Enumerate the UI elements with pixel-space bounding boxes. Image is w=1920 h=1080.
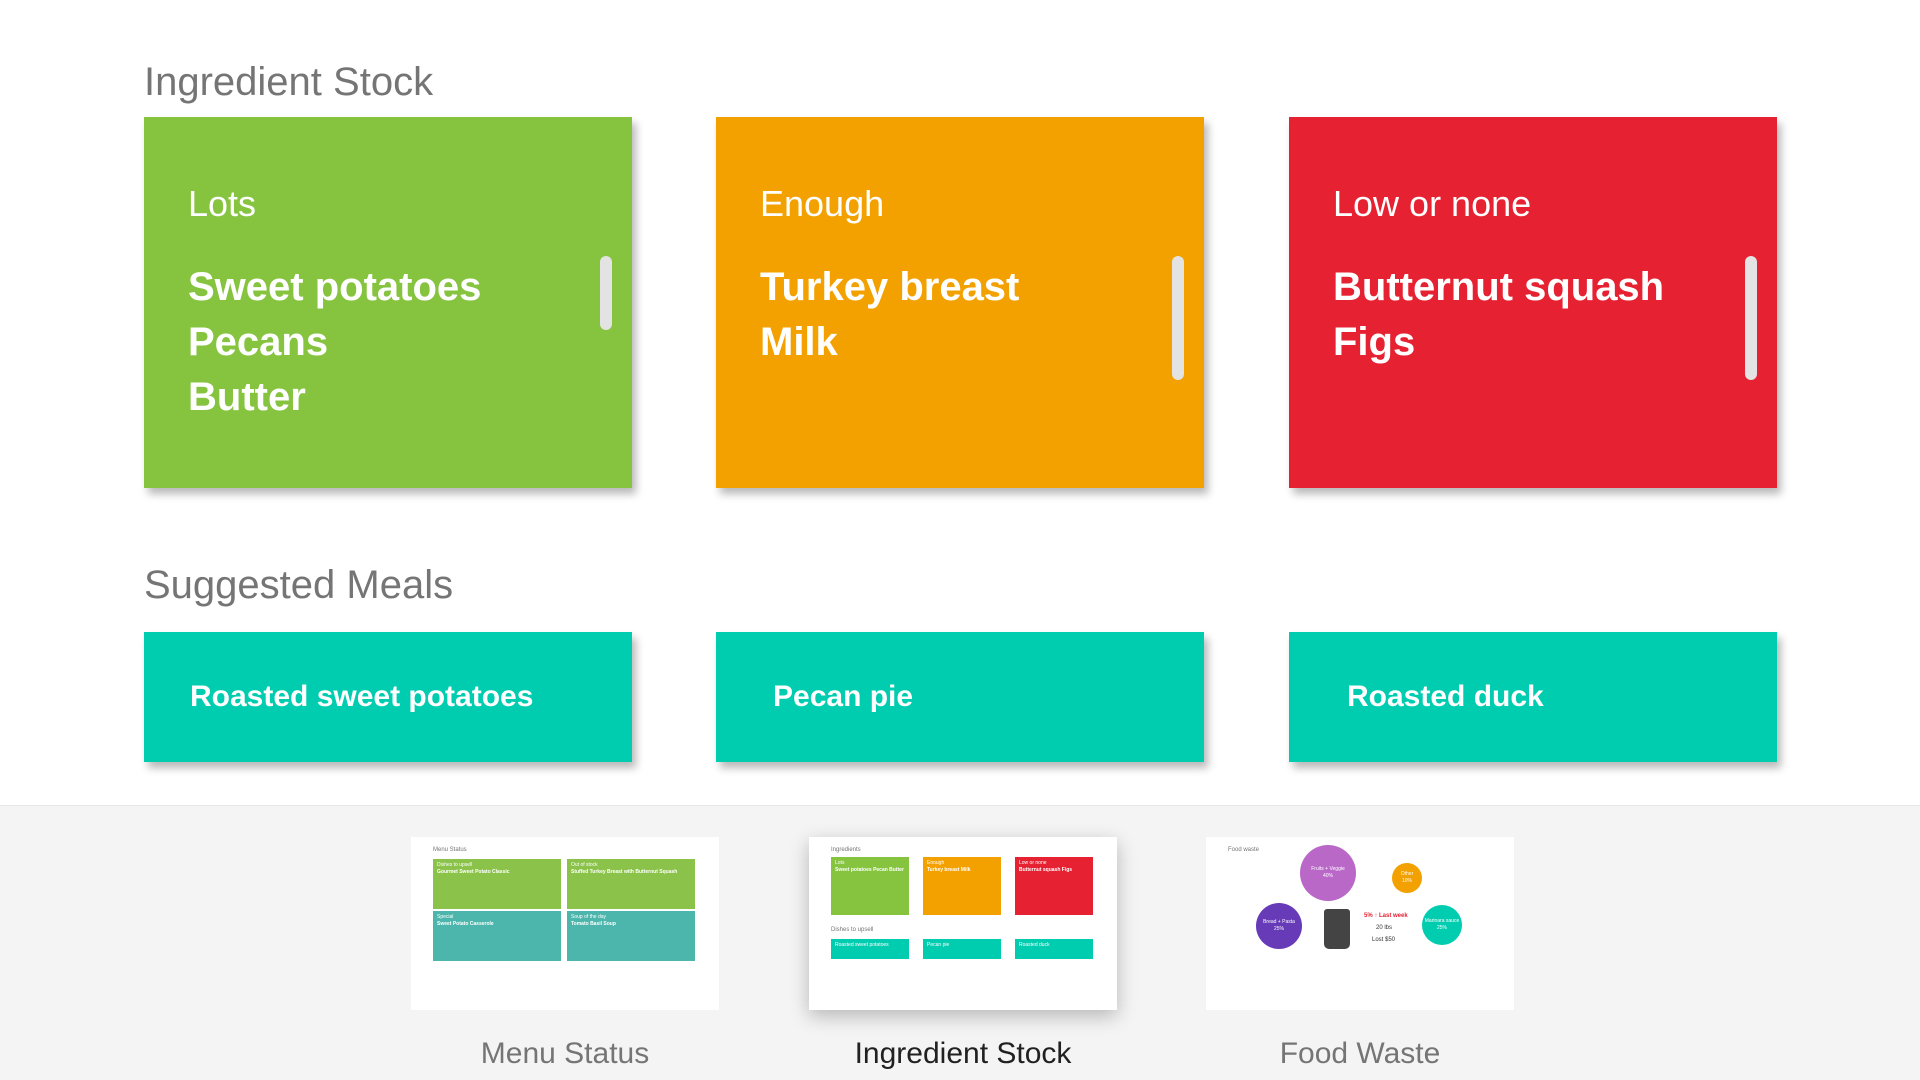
thumb-title: Ingredients [831,847,861,853]
waste-segment-fruits-veggie: Fruits + Veggie 40% [1300,845,1356,901]
thumb-card-heading: Lots [835,860,845,866]
meal-card-roasted-sweet-potatoes[interactable]: Roasted sweet potatoes [144,632,632,762]
stock-item: Butternut squash [1333,265,1665,309]
bottom-navigation: Menu Status Dishes to upsell Gourmet Swe… [0,805,1920,1080]
thumb-card-name: Stuffed Turkey Breast with Butternut Squ… [571,869,678,875]
scrollbar[interactable] [1745,256,1757,380]
nav-item-ingredient-stock[interactable]: Ingredients Lots Sweet potatoes Pecan Bu… [809,837,1117,1070]
thumb-meal: Pecan pie [923,939,1001,959]
thumb-card: Lots Sweet potatoes Pecan Butter [831,857,909,915]
stock-card-low-or-none: Low or none Butternut squash Figs [1289,117,1777,488]
stock-item: Milk [760,320,838,364]
segment-label: Fruits + Veggie [1311,866,1345,872]
stock-item: Pecans [188,320,329,364]
thumb-card-heading: Soup of the day [571,914,607,920]
thumb-card: Low or none Butternut squash Figs [1015,857,1093,915]
thumb-card: Dishes to upsell Gourmet Sweet Potato Cl… [433,859,561,909]
stock-item: Butter [188,375,306,419]
waste-segment-marinara-sauce: Marinara sauce 25% [1422,905,1462,945]
thumb-card-items: Sweet potatoes Pecan Butter [835,867,904,873]
thumb-card-items: Turkey breast Milk [927,867,971,873]
segment-percent: 40% [1322,873,1333,879]
trash-can-icon [1324,909,1350,949]
waste-segment-other: Other 10% [1392,863,1422,893]
stock-item-list: Sweet potatoes Pecans Butter [188,260,481,425]
thumb-meal: Roasted duck [1015,939,1093,959]
segment-label: Other [1400,871,1414,877]
nav-item-food-waste[interactable]: Food waste Fruits + Veggie 40% Other 10% B… [1206,837,1514,1070]
segment-percent: 25% [1273,926,1284,932]
stock-card-heading: Lots [188,183,257,224]
scrollbar[interactable] [600,256,612,330]
stock-card-lots: Lots Sweet potatoes Pecans Butter [144,117,632,488]
food-waste-thumbnail[interactable]: Food waste Fruits + Veggie 40% Other 10% B… [1206,837,1514,1010]
thumb-title: Menu Status [433,847,467,853]
waste-change: 5% ↑ Last week [1364,913,1408,919]
stock-card-enough: Enough Turkey breast Milk [716,117,1204,488]
thumb-card-name: Gourmet Sweet Potato Classic [437,869,510,875]
stock-item-list: Turkey breast Milk [760,260,1019,370]
ingredient-stock-thumbnail[interactable]: Ingredients Lots Sweet potatoes Pecan Bu… [809,837,1117,1010]
thumb-card-heading: Special [437,914,454,920]
thumb-card-heading: Low or none [1019,860,1047,866]
suggested-meals-heading: Suggested Meals [144,563,454,607]
thumb-card: Soup of the day Tomato Basil Soup [567,911,695,961]
stock-item: Figs [1333,320,1416,364]
thumb-card-name: Sweet Potato Casserole [437,921,494,927]
stock-item-list: Butternut squash Figs [1333,260,1664,370]
segment-label: Bread + Pasta [1263,919,1295,925]
thumb-title: Food waste [1228,847,1260,853]
thumb-subtitle: Dishes to upsell [831,927,874,933]
waste-lost: Lost $50 [1372,937,1396,943]
thumb-card-heading: Dishes to upsell [437,862,473,868]
waste-weight: 20 lbs [1376,925,1393,931]
stock-card-heading: Enough [760,183,885,224]
stock-item: Sweet potatoes [188,265,482,309]
thumb-card-name: Tomato Basil Soup [571,921,616,927]
thumb-card: Out of stock Stuffed Turkey Breast with … [567,859,695,909]
ingredient-stock-heading: Ingredient Stock [144,60,434,104]
menu-status-thumbnail[interactable]: Menu Status Dishes to upsell Gourmet Swe… [411,837,719,1010]
thumb-card-items: Butternut squash Figs [1019,867,1073,873]
segment-percent: 25% [1436,925,1447,931]
nav-item-menu-status[interactable]: Menu Status Dishes to upsell Gourmet Swe… [411,837,719,1070]
meal-card-roasted-duck[interactable]: Roasted duck [1289,632,1777,762]
stock-item: Turkey breast [760,265,1020,309]
nav-label: Ingredient Stock [854,1037,1072,1070]
thumb-card-heading: Enough [927,860,945,866]
stock-card-heading: Low or none [1333,183,1532,224]
thumb-card-heading: Out of stock [571,862,598,868]
thumb-card: Enough Turkey breast Milk [923,857,1001,915]
segment-label: Marinara sauce [1424,918,1460,924]
thumb-card: Special Sweet Potato Casserole [433,911,561,961]
scrollbar[interactable] [1172,256,1184,380]
thumb-meal: Roasted sweet potatoes [831,939,909,959]
segment-percent: 10% [1401,878,1412,884]
nav-label: Food Waste [1279,1037,1441,1070]
waste-segment-bread-pasta: Bread + Pasta 25% [1256,903,1302,949]
nav-label: Menu Status [480,1037,650,1070]
meal-card-pecan-pie[interactable]: Pecan pie [716,632,1204,762]
